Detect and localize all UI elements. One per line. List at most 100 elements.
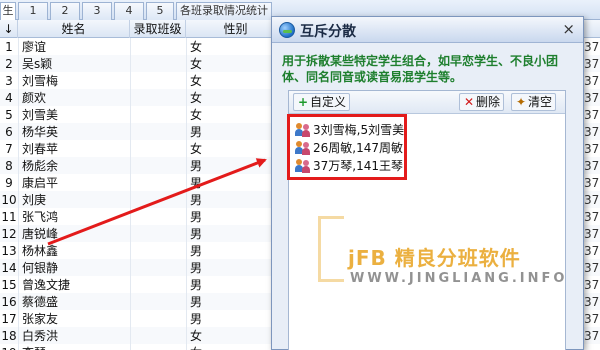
grid-divider	[130, 38, 131, 350]
student-name: 曾逸文捷	[22, 278, 71, 292]
student-name: 杨林鑫	[22, 244, 59, 258]
right-col-value: 37	[584, 40, 600, 54]
student-gender: 女	[190, 329, 203, 343]
right-col-value: 37	[584, 91, 600, 105]
user-group-icon	[295, 141, 311, 155]
globe-icon	[279, 22, 295, 38]
student-name: 刘春苹	[22, 142, 59, 156]
row-number: 12	[1, 227, 17, 241]
student-gender: 女	[190, 108, 203, 122]
exclusion-pair-label: 26周敏,147周敏	[313, 141, 403, 155]
close-button[interactable]: ×	[562, 20, 575, 38]
add-icon: +	[297, 95, 309, 109]
row-number: 2	[5, 57, 13, 71]
student-gender: 女	[190, 74, 203, 88]
grid-divider	[186, 38, 187, 350]
student-name: 何银静	[22, 261, 59, 275]
row-number: 17	[1, 312, 17, 326]
student-name: 张家友	[22, 312, 59, 326]
student-name: 刘雪美	[22, 108, 59, 122]
panel-toolbar: + 自定义 ✕ 删除 ✦ 清空	[289, 91, 565, 114]
student-gender: 女	[190, 57, 203, 71]
student-gender: 男	[190, 261, 203, 275]
row-number: 9	[5, 176, 13, 190]
right-col-value: 37	[584, 329, 600, 343]
right-col-value: 37	[584, 295, 600, 309]
row-number: 4	[5, 91, 13, 105]
student-gender: 男	[190, 244, 203, 258]
student-gender: 男	[190, 278, 203, 292]
user-group-icon	[295, 123, 311, 137]
student-name: 刘雪梅	[22, 74, 59, 88]
right-col-value: 37	[584, 125, 600, 139]
student-gender: 女	[190, 142, 203, 156]
student-gender: 男	[190, 193, 203, 207]
header-index[interactable]: ↓	[0, 20, 18, 38]
user-group-icon	[295, 159, 311, 173]
header-name[interactable]: 姓名	[18, 20, 130, 38]
row-number: 14	[1, 261, 17, 275]
delete-label: 删除	[476, 95, 501, 109]
row-number: 13	[1, 244, 17, 258]
right-col-value: 37	[584, 210, 600, 224]
student-name: 白秀洪	[22, 329, 59, 343]
right-col-value: 37	[584, 278, 600, 292]
row-number: 5	[5, 108, 13, 122]
right-col-value: 37	[584, 74, 600, 88]
row-number: 11	[1, 210, 17, 224]
student-name: 刘庚	[22, 193, 47, 207]
student-name: 张飞鸿	[22, 210, 59, 224]
list-item[interactable]: 37万琴,141王琴	[293, 157, 563, 175]
student-name: 杨彪余	[22, 159, 59, 173]
right-col-value: 37	[584, 244, 600, 258]
tab-class-1[interactable]: 1	[18, 2, 48, 20]
delete-icon: ✕	[463, 95, 475, 109]
right-col-value: 37	[584, 193, 600, 207]
row-number: 10	[1, 193, 17, 207]
clear-icon: ✦	[515, 95, 527, 109]
tab-class-4[interactable]: 4	[114, 2, 144, 20]
tab-class-3[interactable]: 3	[82, 2, 112, 20]
clear-button[interactable]: ✦ 清空	[511, 93, 557, 111]
student-gender: 男	[190, 227, 203, 241]
row-number: 15	[1, 278, 17, 292]
delete-button[interactable]: ✕ 删除	[459, 93, 505, 111]
custom-add-label: 自定义	[310, 95, 347, 109]
row-number: 3	[5, 74, 13, 88]
right-col-value: 37	[584, 312, 600, 326]
student-name: 李琴	[22, 344, 122, 350]
tab-class-2[interactable]: 2	[50, 2, 80, 20]
right-col-value: 37	[584, 159, 600, 173]
watermark-title: jFB 精良分班软件	[348, 246, 521, 270]
student-name: 廖谊	[22, 40, 47, 54]
tab-class-5[interactable]: 5	[146, 2, 174, 20]
dialog-titlebar[interactable]: 互斥分散 ×	[272, 17, 583, 43]
student-gender: 男	[190, 125, 203, 139]
student-name: 吴s颖	[22, 57, 53, 71]
student-gender: 男	[190, 159, 203, 173]
student-name: 康启平	[22, 176, 59, 190]
student-name: 蔡德盛	[22, 295, 59, 309]
row-number: 7	[5, 142, 13, 156]
right-col-value: 37	[584, 142, 600, 156]
custom-add-button[interactable]: + 自定义	[293, 93, 351, 111]
clear-label: 清空	[528, 95, 553, 109]
row-number: 19	[0, 344, 18, 350]
student-gender: 男	[190, 176, 203, 190]
dialog-description: 用于拆散某些特定学生组合，如早恋学生、不良小团体、同名同音或读音易混学生等。	[282, 54, 559, 84]
header-enroll-class[interactable]: 录取班级	[130, 20, 186, 38]
right-col-value: 37	[584, 261, 600, 275]
exclusion-pair-label: 3刘雪梅,5刘雪美	[313, 123, 405, 137]
watermark-url: WWW.JINGLIANG.INFO	[350, 271, 568, 286]
right-col-value: 37	[584, 227, 600, 241]
tab-enrollment-stats[interactable]: 各班录取情况统计	[176, 2, 272, 20]
student-gender: 女	[190, 40, 203, 54]
student-gender: 女	[190, 91, 203, 105]
list-item[interactable]: 3刘雪梅,5刘雪美	[293, 121, 563, 139]
list-item[interactable]: 26周敏,147周敏	[293, 139, 563, 157]
exclusion-pair-label: 37万琴,141王琴	[313, 159, 403, 173]
row-number: 1	[5, 40, 13, 54]
student-name: 颜欢	[22, 91, 47, 105]
dialog-title: 互斥分散	[300, 24, 356, 40]
tab-students[interactable]: 生	[0, 2, 16, 20]
